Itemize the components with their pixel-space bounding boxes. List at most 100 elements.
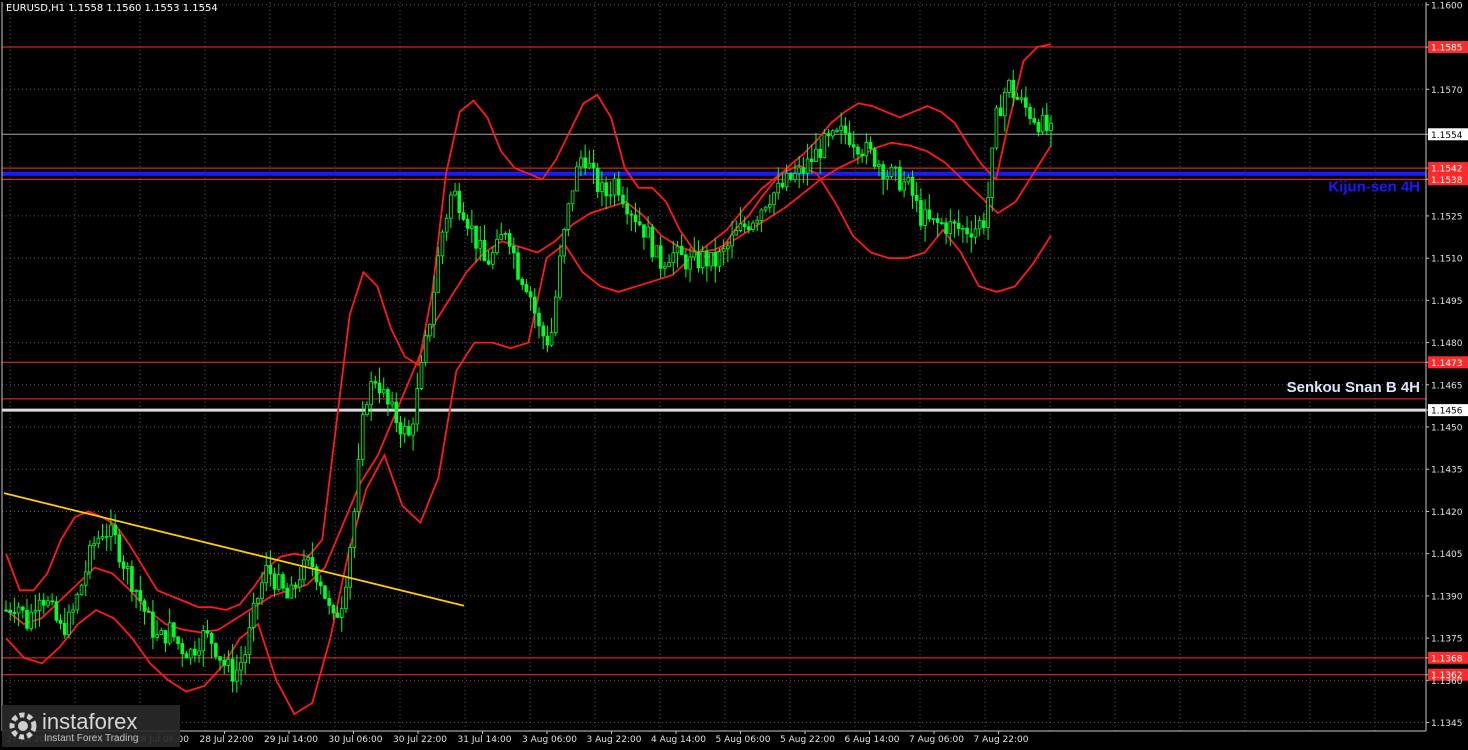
candle-body (482, 240, 487, 262)
candle-body (654, 245, 659, 258)
candle-body (839, 125, 843, 131)
candle-body (532, 296, 537, 314)
candle-body (104, 535, 109, 538)
candle-body (1003, 92, 1007, 117)
candle-body (503, 233, 508, 235)
candle-body (776, 182, 781, 194)
candle-body (1045, 114, 1049, 131)
candle-body (541, 325, 545, 337)
candle-body (612, 178, 617, 196)
candle-body (650, 226, 655, 258)
x-tick-label: 7 Aug 22:00 (974, 735, 1029, 745)
candle-body (302, 559, 306, 581)
candle-body (847, 132, 852, 146)
candle-body (348, 547, 352, 588)
candle-body (327, 597, 331, 606)
bollinger-upper (5, 43, 1052, 611)
candle-body (684, 254, 688, 270)
logo-tagline: Instant Forex Trading (44, 733, 139, 744)
candle-body (134, 590, 138, 593)
candle-body (1049, 122, 1053, 131)
candle-body (600, 182, 604, 192)
candle-body (956, 222, 961, 229)
level-labels: 1.1600 1.1585 1.1570 1.1554 1.15421.1538 1.15… (1287, 1, 1468, 729)
candle-body (440, 231, 445, 257)
candle-body (877, 164, 881, 167)
horizontal-levels (2, 46, 1426, 676)
candle-body (587, 162, 592, 169)
candle-body (377, 382, 382, 394)
candle-body (369, 381, 373, 406)
candle-body (71, 609, 75, 613)
candle-body (449, 194, 453, 219)
candle-body (667, 262, 671, 267)
candle-body (62, 622, 67, 636)
candle-body (671, 252, 676, 264)
candle-body (142, 600, 147, 612)
candle-body (860, 153, 864, 157)
candle-body (793, 173, 797, 180)
y-tick-label: 1.1510 (1431, 255, 1463, 265)
candle-body (96, 537, 101, 545)
candle-body (780, 182, 785, 188)
candle-body (1036, 122, 1041, 133)
candle-body (457, 190, 462, 214)
candle-body (297, 579, 302, 588)
candle-body (885, 176, 890, 180)
candle-body (4, 609, 8, 612)
candles (4, 69, 1053, 693)
candle-body (1028, 106, 1032, 119)
candle-body (272, 573, 277, 590)
candle-body (516, 252, 520, 280)
candle-body (193, 648, 197, 656)
candle-body (805, 158, 810, 174)
y-tick-label: 1.1375 (1431, 635, 1463, 645)
candle-body (461, 212, 466, 220)
y-tick-label: 1.1405 (1431, 550, 1463, 560)
candle-body (12, 612, 17, 614)
candle-body (994, 107, 999, 149)
candle-body (470, 225, 474, 229)
candle-body (151, 611, 155, 638)
candle-body (608, 194, 613, 197)
candle-body (289, 584, 294, 599)
candle-body (419, 361, 424, 389)
x-tick-label: 5 Aug 06:00 (716, 735, 771, 745)
candle-body (356, 458, 361, 513)
candle-body (583, 157, 587, 169)
price-chart[interactable]: 27 Jul 202027 Jul 14:0028 Jul 06:0028 Ju… (0, 0, 1468, 750)
candle-body (495, 238, 499, 254)
candle-body (524, 284, 529, 293)
candle-body (675, 245, 680, 254)
candle-body (679, 245, 684, 256)
candle-body (919, 200, 923, 226)
candle-body (41, 599, 46, 606)
candle-body (83, 571, 88, 586)
candle-body (977, 220, 982, 230)
candle-body (499, 234, 504, 240)
candle-body (239, 661, 243, 671)
candle-body (306, 556, 310, 561)
y-tick-label: 1.1360 (1431, 677, 1463, 687)
candle-body (344, 586, 348, 610)
candle-body (172, 622, 176, 638)
candle-body (872, 148, 877, 167)
candle-body (969, 233, 974, 238)
candle-body (696, 251, 701, 269)
candle-body (730, 234, 734, 247)
y-tick-label: 1.1538 (1431, 176, 1463, 186)
candle-body (1011, 79, 1016, 98)
candle-body (335, 612, 340, 618)
candle-body (604, 182, 608, 197)
candle-body (822, 133, 827, 158)
candle-body (109, 524, 113, 537)
candle-body (264, 564, 269, 584)
y-tick-label: 1.1473 (1431, 359, 1463, 369)
candle-body (159, 630, 164, 636)
candle-body (222, 659, 227, 666)
candle-body (67, 611, 71, 636)
candle-body (935, 218, 940, 223)
candle-body (965, 227, 969, 235)
candle-body (717, 251, 722, 267)
candle-body (595, 167, 600, 192)
